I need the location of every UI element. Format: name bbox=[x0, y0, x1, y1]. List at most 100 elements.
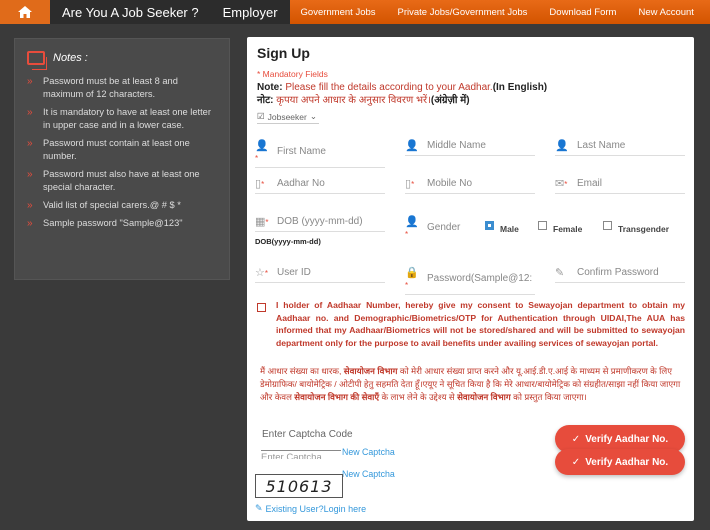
existing-user-link[interactable]: ✎ Existing User?Login here bbox=[255, 503, 366, 514]
nav-job-seeker[interactable]: Are You A Job Seeker ? bbox=[50, 5, 211, 20]
pencil-icon: ✎ bbox=[555, 267, 565, 279]
id-card-icon: ▯* bbox=[255, 178, 265, 190]
dob-placeholder: DOB (yyyy-mm-dd) bbox=[277, 216, 363, 227]
double-chevron-icon: » bbox=[27, 218, 33, 229]
hindi-note: नोट: कृपया अपने आधार के अनुसार विवरण भरे… bbox=[257, 94, 684, 107]
email-placeholder: Email bbox=[577, 178, 603, 189]
last-name-field[interactable]: 👤 Last Name bbox=[555, 139, 685, 156]
mandatory-fields-note: * Mandatory Fields bbox=[257, 69, 328, 79]
gender-female-option[interactable]: Female bbox=[538, 216, 582, 234]
notes-item-text: Valid list of special carers.@ # $ * bbox=[43, 200, 181, 210]
new-captcha-link[interactable]: New Captcha bbox=[342, 447, 395, 457]
consent-hi-part: के लाभ लेने के उद्देश्य से bbox=[379, 392, 458, 402]
gender-label-text: Gender bbox=[427, 222, 461, 233]
double-chevron-icon: » bbox=[27, 107, 33, 118]
verify-aadhar-label: Verify Aadhar No. bbox=[585, 456, 669, 468]
male-label: Male bbox=[500, 224, 519, 234]
star-icon: ☆* bbox=[255, 267, 268, 279]
consent-hi-bold: सेवायोजन विभाग bbox=[457, 392, 511, 402]
user-id-placeholder: User ID bbox=[277, 267, 311, 278]
gender-label: 👤* Gender bbox=[405, 215, 475, 240]
english-note: Note: Please fill the details according … bbox=[257, 81, 684, 94]
notes-item-text: Sample password "Sample@123" bbox=[43, 218, 183, 228]
middle-name-field[interactable]: 👤 Middle Name bbox=[405, 139, 535, 156]
home-icon bbox=[18, 6, 32, 18]
calendar-icon: ▦* bbox=[255, 216, 269, 228]
lock-icon: 🔒* bbox=[405, 267, 419, 290]
password-placeholder: Password(Sample@12: bbox=[427, 273, 533, 284]
mobile-placeholder: Mobile No bbox=[427, 178, 473, 189]
notes-title: Notes : bbox=[53, 52, 88, 64]
notes-item: » Sample password "Sample@123" bbox=[27, 217, 219, 230]
consent-hindi-text: मैं आधार संख्या का धारक, सेवायोजन विभाग … bbox=[260, 365, 685, 404]
gender-male-option[interactable]: Male bbox=[485, 216, 519, 234]
mobile-field[interactable]: ▯* Mobile No bbox=[405, 177, 535, 194]
nav-government-jobs[interactable]: Government Jobs bbox=[290, 7, 387, 18]
check-icon: ✓ bbox=[571, 456, 581, 468]
consent-hi-bold: सेवायोजन विभाग की सेवाएँ bbox=[294, 392, 380, 402]
notes-item-text: Password must be at least 8 and maximum … bbox=[43, 76, 178, 99]
last-name-placeholder: Last Name bbox=[577, 140, 626, 151]
consent-english-text: I holder of Aadhaar Number, hereby give … bbox=[276, 300, 685, 348]
user-type-select[interactable]: ☑ Jobseeker ⌄ bbox=[257, 111, 319, 124]
dob-format-label: DOB(yyyy-mm-dd) bbox=[255, 237, 321, 246]
user-type-value: Jobseeker bbox=[267, 111, 307, 122]
existing-user-label: Existing User?Login here bbox=[265, 503, 367, 514]
consent-hi-part: मैं आधार संख्या का धारक, bbox=[260, 366, 344, 376]
double-chevron-icon: » bbox=[27, 138, 33, 149]
aadhar-placeholder: Aadhar No bbox=[277, 178, 325, 189]
new-captcha-link[interactable]: New Captcha bbox=[342, 469, 395, 479]
first-name-field[interactable]: 👤* First Name bbox=[255, 139, 385, 168]
double-chevron-icon: » bbox=[27, 76, 33, 87]
captcha-input[interactable]: Enter Captcha Code bbox=[262, 429, 422, 440]
middle-name-placeholder: Middle Name bbox=[427, 140, 486, 151]
notes-icon bbox=[27, 51, 47, 70]
notes-item: » Valid list of special carers.@ # $ * bbox=[27, 199, 219, 212]
notes-item: » It is mandatory to have at least one le… bbox=[27, 106, 219, 132]
confirm-password-placeholder: Confirm Password bbox=[577, 267, 659, 278]
nav-download-form[interactable]: Download Form bbox=[538, 7, 627, 18]
user-id-field[interactable]: ☆* User ID bbox=[255, 266, 385, 283]
nav-private-jobs[interactable]: Private Jobs/Government Jobs bbox=[387, 7, 539, 18]
chevron-down-icon: ⌄ bbox=[309, 111, 317, 121]
check-icon: ✓ bbox=[571, 433, 581, 445]
captcha-input-duplicate[interactable]: Enter Captcha Code bbox=[261, 450, 341, 459]
email-field[interactable]: ✉* Email bbox=[555, 177, 685, 194]
female-checkbox[interactable] bbox=[538, 220, 547, 230]
consent-hi-bold: सेवायोजन विभाग bbox=[343, 366, 398, 376]
note-en: (In English) bbox=[492, 82, 548, 93]
notes-list: » Password must be at least 8 and maximum… bbox=[27, 75, 219, 230]
nav-employer[interactable]: Employer bbox=[211, 5, 290, 20]
check-square-icon: ☑ bbox=[257, 111, 265, 121]
gender-transgender-option[interactable]: Transgender bbox=[603, 216, 669, 234]
aadhar-field[interactable]: ▯* Aadhar No bbox=[255, 177, 385, 194]
user-icon: 👤* bbox=[255, 140, 269, 163]
form-title: Sign Up bbox=[257, 45, 310, 61]
home-button[interactable] bbox=[0, 0, 50, 24]
primary-nav: Are You A Job Seeker ? Employer bbox=[50, 0, 290, 24]
envelope-icon: ✉* bbox=[555, 178, 568, 190]
top-navbar: Are You A Job Seeker ? Employer Governme… bbox=[0, 0, 710, 24]
password-field[interactable]: 🔒* Password(Sample@12: bbox=[405, 266, 535, 295]
consent-checkbox[interactable] bbox=[257, 303, 266, 312]
note-hi-text: कृपया अपने आधार के अनुसार विवरण भरें। bbox=[273, 95, 431, 106]
first-name-placeholder: First Name bbox=[277, 146, 326, 157]
notes-item: » Password must also have at least one sp… bbox=[27, 168, 219, 194]
dob-field[interactable]: ▦* DOB (yyyy-mm-dd) bbox=[255, 215, 385, 232]
notes-item-text: Password must contain at least one numbe… bbox=[43, 138, 190, 161]
secondary-nav: Government Jobs Private Jobs/Government … bbox=[290, 0, 705, 24]
notes-item-text: It is mandatory to have at least one let… bbox=[43, 107, 211, 130]
nav-new-account[interactable]: New Account bbox=[627, 7, 704, 18]
captcha-image: 510613 bbox=[255, 474, 343, 498]
password-notes-panel: Notes : » Password must be at least 8 and… bbox=[14, 38, 230, 280]
verify-aadhar-label: Verify Aadhar No. bbox=[585, 433, 669, 445]
confirm-password-field[interactable]: ✎ Confirm Password bbox=[555, 266, 685, 283]
consent-hi-part: को प्रस्तुत किया जाएगा। bbox=[510, 392, 587, 402]
notes-item: » Password must contain at least one numb… bbox=[27, 137, 219, 163]
note-text: Please fill the details according to you… bbox=[282, 82, 493, 93]
male-checkbox[interactable] bbox=[485, 220, 494, 230]
verify-aadhar-button[interactable]: ✓ Verify Aadhar No. bbox=[555, 449, 685, 475]
transgender-checkbox[interactable] bbox=[603, 220, 612, 230]
note-label: Note: bbox=[257, 82, 283, 93]
note-hi-bold: (अंग्रेज़ी में) bbox=[430, 95, 470, 106]
